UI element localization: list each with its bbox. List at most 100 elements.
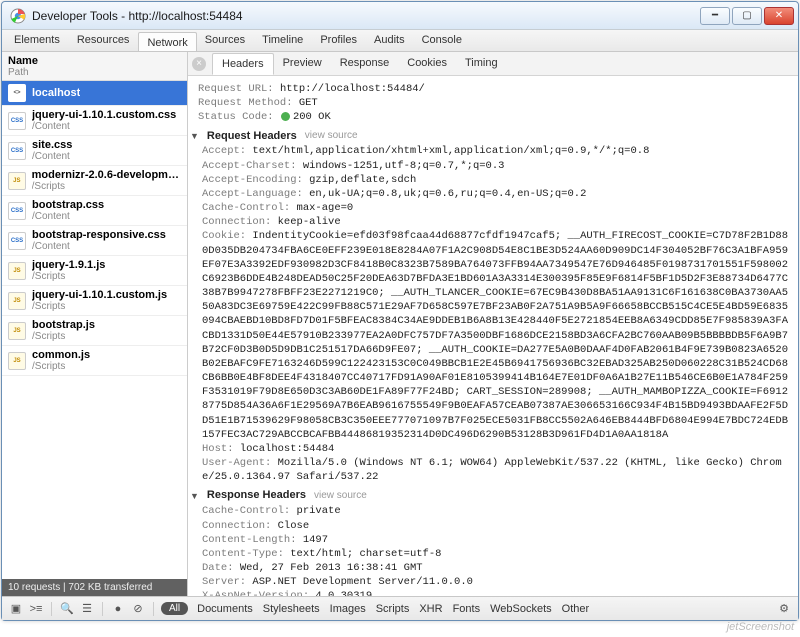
header-value: keep-alive [271, 216, 340, 228]
record-icon[interactable]: ● [110, 601, 126, 617]
request-path: /Content [32, 241, 166, 252]
request-name: bootstrap.js [32, 319, 95, 331]
maximize-button[interactable]: ▢ [732, 7, 762, 25]
header-value: en,uk-UA;q=0.8,uk;q=0.6,ru;q=0.4,en-US;q… [303, 188, 587, 200]
css-file-icon: CSS [8, 112, 26, 130]
request-path: /Scripts [32, 301, 167, 312]
filter-images[interactable]: Images [325, 601, 371, 617]
column-header-name[interactable]: Name [8, 55, 181, 67]
request-name: bootstrap.css [32, 199, 104, 211]
js-file-icon: JS [8, 322, 26, 340]
minimize-button[interactable]: ━ [700, 7, 730, 25]
request-name: common.js [32, 349, 90, 361]
js-file-icon: JS [8, 172, 26, 190]
detail-tab-timing[interactable]: Timing [456, 53, 507, 74]
css-file-icon: CSS [8, 202, 26, 220]
request-row[interactable]: CSSsite.css/Content [2, 136, 187, 166]
tab-timeline[interactable]: Timeline [254, 30, 312, 51]
request-method: GET [299, 97, 318, 109]
request-name: jquery-ui-1.10.1.custom.css [32, 109, 176, 121]
detail-tab-headers[interactable]: Headers [212, 53, 274, 75]
request-row[interactable]: <>localhost [2, 81, 187, 106]
close-details-button[interactable]: × [192, 57, 206, 71]
tab-profiles[interactable]: Profiles [312, 30, 366, 51]
tab-sources[interactable]: Sources [197, 30, 254, 51]
console-icon[interactable]: >≡ [28, 601, 44, 617]
network-request-list: Name Path <>localhost CSS jquery-ui-1.10.1… [2, 52, 188, 596]
transfer-status: 10 requests | 702 KB transferred [2, 579, 187, 596]
host-header: localhost:54484 [240, 443, 335, 455]
request-path: /Scripts [32, 331, 95, 342]
header-value: text/html,application/xhtml+xml,applicat… [246, 145, 649, 157]
js-file-icon: JS [8, 292, 26, 310]
user-agent-header: Mozilla/5.0 (Windows NT 6.1; WOW64) Appl… [202, 457, 782, 483]
header-value: max-age=0 [290, 202, 353, 214]
tab-elements[interactable]: Elements [6, 30, 69, 51]
request-row[interactable]: JS jquery-ui-1.10.1.custom.js/Scripts [2, 286, 187, 316]
filter-fonts[interactable]: Fonts [448, 601, 486, 617]
header-value: 1497 [297, 534, 329, 546]
response-headers-section[interactable]: ▼Response Headersview source [190, 488, 788, 503]
request-url: http://localhost:54484/ [280, 83, 425, 95]
tab-resources[interactable]: Resources [69, 30, 139, 51]
dock-icon[interactable]: ▣ [8, 601, 24, 617]
watermark: jetScreenshot [727, 621, 794, 633]
settings-icon[interactable]: ⚙ [776, 601, 792, 617]
request-row[interactable]: JSjquery-1.9.1.js/Scripts [2, 256, 187, 286]
cookie-header: IndentityCookie=efd03f98fcaa44d68877cfdf… [202, 230, 788, 440]
request-path: /Scripts [32, 361, 90, 372]
filter-documents[interactable]: Documents [192, 601, 258, 617]
detail-tab-preview[interactable]: Preview [274, 53, 331, 74]
request-row[interactable]: CSS bootstrap.css/Content [2, 196, 187, 226]
header-value: text/html; charset=utf-8 [284, 548, 442, 560]
request-name: localhost [32, 87, 80, 99]
view-source-link[interactable]: view source [305, 129, 358, 143]
request-path: /Content [32, 211, 104, 222]
tab-audits[interactable]: Audits [366, 30, 414, 51]
filter-scripts[interactable]: Scripts [371, 601, 415, 617]
filter-all[interactable]: All [161, 602, 188, 615]
header-value: Close [271, 520, 309, 532]
css-file-icon: CSS [8, 232, 26, 250]
request-name: bootstrap-responsive.css [32, 229, 166, 241]
js-file-icon: JS [8, 352, 26, 370]
detail-tab-cookies[interactable]: Cookies [398, 53, 456, 74]
status-code: 200 OK [293, 111, 331, 123]
filter-xhr[interactable]: XHR [414, 601, 447, 617]
request-path: /Scripts [32, 271, 105, 282]
header-value: private [290, 505, 340, 517]
filter-icon[interactable]: ☰ [79, 601, 95, 617]
header-value: windows-1251,utf-8;q=0.7,*;q=0.3 [297, 160, 505, 172]
detail-tab-response[interactable]: Response [331, 53, 399, 74]
request-row[interactable]: JS common.js/Scripts [2, 346, 187, 376]
close-button[interactable]: ✕ [764, 7, 794, 25]
chrome-icon [10, 8, 26, 24]
filter-websockets[interactable]: WebSockets [485, 601, 557, 617]
request-row[interactable]: CSS jquery-ui-1.10.1.custom.css/Content [2, 106, 187, 136]
request-path: /Scripts [32, 181, 181, 192]
bottom-toolbar: ▣ >≡ 🔍 ☰ ● ⊘ All DocumentsStylesheetsIma… [2, 596, 798, 620]
request-name: jquery-ui-1.10.1.custom.js [32, 289, 167, 301]
request-name: site.css [32, 139, 72, 151]
css-file-icon: CSS [8, 142, 26, 160]
tab-console[interactable]: Console [414, 30, 471, 51]
request-headers-section[interactable]: ▼Request Headersview source [190, 129, 788, 144]
header-value: ASP.NET Development Server/11.0.0.0 [246, 576, 473, 588]
request-row[interactable]: JS bootstrap.js/Scripts [2, 316, 187, 346]
view-source-link[interactable]: view source [314, 489, 367, 503]
request-name: modernizr-2.0.6-development [32, 169, 181, 181]
column-header-path[interactable]: Path [8, 67, 181, 78]
panel-tabs: ElementsResourcesNetworkSourcesTimelineP… [2, 30, 798, 52]
header-value: Wed, 27 Feb 2013 16:38:41 GMT [234, 562, 423, 574]
window-title: Developer Tools - http://localhost:54484 [32, 9, 700, 23]
tab-network[interactable]: Network [138, 32, 196, 51]
request-row[interactable]: CSS bootstrap-responsive.css/Content [2, 226, 187, 256]
js-file-icon: JS [8, 262, 26, 280]
request-row[interactable]: JS modernizr-2.0.6-development/Scripts [2, 166, 187, 196]
request-path: /Content [32, 121, 176, 132]
search-icon[interactable]: 🔍 [59, 601, 75, 617]
headers-panel: Request URL: http://localhost:54484/ Req… [188, 76, 798, 596]
clear-icon[interactable]: ⊘ [130, 601, 146, 617]
filter-other[interactable]: Other [557, 601, 595, 617]
filter-stylesheets[interactable]: Stylesheets [258, 601, 325, 617]
